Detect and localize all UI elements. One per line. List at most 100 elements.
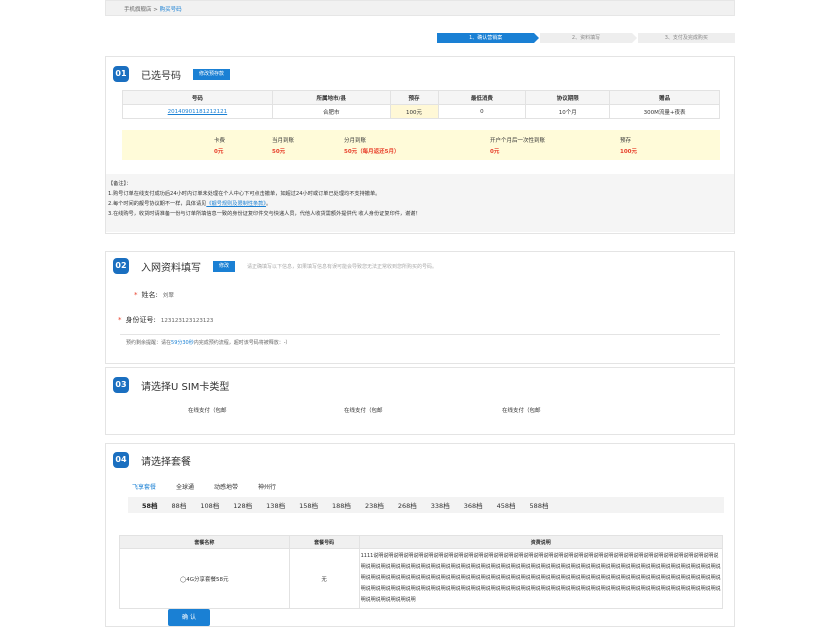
section-title: 已选号码 <box>141 70 181 82</box>
section-header: 03 请选择U SIM卡类型 <box>113 377 229 393</box>
sim-option[interactable]: 在线支付（包邮 <box>502 406 541 414</box>
breadcrumb: 手机旗舰店 > 购买号码 <box>105 0 735 16</box>
sim-option[interactable]: 在线支付（包邮 <box>344 406 383 414</box>
plan-table: 套餐名称 套餐号码 资费说明 ◯4G分享套餐58元 无 1111说明说明说明说明… <box>119 535 724 609</box>
level-tab[interactable]: 238档 <box>365 500 384 510</box>
fee-value: 0元 <box>490 149 500 155</box>
level-tab[interactable]: 128档 <box>233 500 252 510</box>
tab-dongganddidai[interactable]: 动感地带 <box>214 482 238 491</box>
col-header: 最低消费 <box>437 90 527 105</box>
col-header: 赠品 <box>609 90 720 105</box>
table-cell: 100元 <box>389 104 439 119</box>
name-field: * 姓名: 刘翠 <box>134 290 174 300</box>
col-header: 套餐名称 <box>119 535 290 549</box>
tab-quanqiutong[interactable]: 全球通 <box>176 482 194 491</box>
fee-label: 开户个月后一次性到账 <box>490 138 546 144</box>
level-tab[interactable]: 368档 <box>464 500 483 510</box>
level-tab[interactable]: 268档 <box>398 500 417 510</box>
note-line: 1.购号订单在线支付成功后24小时内订单未处理在个人中心下可点击撤单，如超过24… <box>108 191 381 197</box>
level-tab[interactable]: 58档 <box>142 500 158 510</box>
progress-steps: 1、确认营销案 2、资料填写 3、支付及完成购买 <box>437 33 735 43</box>
id-value: 123123123123123 <box>160 318 214 324</box>
level-tab[interactable]: 158档 <box>299 500 318 510</box>
edit-info-button[interactable]: 修改 <box>213 260 236 272</box>
table-cell: 无 <box>288 548 360 609</box>
breadcrumb-separator: > <box>153 7 158 13</box>
fee-summary: 卡费 0元 当月到账 50元 分月到账 50元（每月返还5月） 开户个月后一次性… <box>122 130 720 160</box>
section-number-badge: 04 <box>113 452 129 468</box>
name-value: 刘翠 <box>162 293 174 299</box>
table-cell: 合肥市 <box>271 104 391 119</box>
notes-title: 【备注】： <box>108 181 132 187</box>
table-cell: 10个月 <box>525 104 611 119</box>
section-number-badge: 03 <box>113 377 129 393</box>
countdown-timer: 59分30秒 <box>171 340 194 346</box>
fee-item: 预存 100元 <box>620 136 637 155</box>
registration-info-section: 02 入网资料填写 修改 请正确填写以下信息，如果填写信息有误可能会导致您无法正… <box>105 251 735 364</box>
sim-type-section: 03 请选择U SIM卡类型 在线支付（包邮 在线支付（包邮 在线支付（包邮 <box>105 367 735 435</box>
table-cell: 0 <box>437 104 527 119</box>
fee-item: 开户个月后一次性到账 0元 <box>490 136 545 155</box>
section-title: 请选择套餐 <box>141 456 191 468</box>
section-number-badge: 01 <box>113 66 129 82</box>
level-tab[interactable]: 188档 <box>332 500 351 510</box>
level-tab[interactable]: 138档 <box>266 500 285 510</box>
required-mark: * <box>118 316 122 324</box>
level-tab[interactable]: 88档 <box>172 500 187 510</box>
tab-shenzhouxing[interactable]: 神州行 <box>258 482 276 491</box>
section-title: 入网资料填写 <box>141 262 201 274</box>
confirm-button[interactable]: 确 认 <box>168 609 210 626</box>
id-label: 身份证号: <box>125 316 156 324</box>
phone-number-link[interactable]: 20140901181212121 <box>122 104 273 119</box>
fee-value: 50元（每月返还5月） <box>344 149 400 155</box>
col-header: 号码 <box>122 90 273 105</box>
fee-value: 100元 <box>620 149 637 155</box>
plan-tabs: 飞享套餐 全球通 动感地带 神州行 <box>132 482 276 491</box>
reservation-reminder: 预约剩余提醒：请在59分30秒内完成预约流程，超时该号码将被释放：-） <box>126 340 291 346</box>
section-hint: 请正确填写以下信息，如果填写信息有误可能会导致您无法正常收到您所购买的号码。 <box>247 263 438 270</box>
table-row: ◯4G分享套餐58元 无 1111说明说明说明说明说明说明说明说明说明说明说明说… <box>119 548 724 609</box>
fee-label: 当月到账 <box>272 138 295 144</box>
fee-value: 50元 <box>272 149 286 155</box>
tab-feixiang[interactable]: 飞享套餐 <box>132 482 156 491</box>
notes-panel: 【备注】： 1.购号订单在线支付成功后24小时内订单未处理在个人中心下可点击撤单… <box>106 174 734 232</box>
plan-radio-option[interactable]: ◯4G分享套餐58元 <box>119 548 290 609</box>
fee-label: 预存 <box>620 138 632 144</box>
id-field: * 身份证号: 123123123123123 <box>118 315 213 325</box>
section-header: 04 请选择套餐 <box>113 452 191 468</box>
level-tab[interactable]: 108档 <box>200 500 219 510</box>
col-header: 套餐号码 <box>288 535 360 549</box>
edit-deposit-button[interactable]: 修改预存款 <box>193 68 231 80</box>
divider <box>120 334 720 335</box>
step-info: 2、资料填写 <box>540 33 638 43</box>
fee-item: 分月到账 50元（每月返还5月） <box>344 136 399 155</box>
number-table: 号码 所属地市/县 预存 最低消费 协议期限 赠品 20140901181212… <box>122 90 720 119</box>
col-header: 协议期限 <box>525 90 611 105</box>
breadcrumb-current: 购买号码 <box>159 7 182 13</box>
fee-item: 当月到账 50元 <box>272 136 294 155</box>
col-header: 预存 <box>389 90 439 105</box>
note-line: 2.每个时间的靓号协议期不一样，具体请见《靓号规则及限制性条款》。 <box>108 201 272 207</box>
level-tab[interactable]: 588档 <box>530 500 549 510</box>
table-cell: 300M流量+夜表 <box>609 104 720 119</box>
step-payment: 3、支付及完成购买 <box>637 33 735 43</box>
fee-label: 卡费 <box>214 138 226 144</box>
plan-description: 1111说明说明说明说明说明说明说明说明说明说明说明说明说明说明说明说明说明说明… <box>358 548 724 609</box>
section-header: 01 已选号码 修改预存款 <box>113 66 231 82</box>
note-line: 3.在线购号，收货时请准备一份与订单所填信息一致的身份证复印件交与快递人员，代他… <box>108 211 421 217</box>
breadcrumb-home-link[interactable]: 手机旗舰店 <box>124 7 152 13</box>
name-label: 姓名: <box>141 291 158 299</box>
step-confirm: 1、确认营销案 <box>437 33 540 43</box>
level-tab[interactable]: 338档 <box>431 500 450 510</box>
selected-number-section: 01 已选号码 修改预存款 号码 所属地市/县 预存 最低消费 协议期限 赠品 … <box>105 56 735 234</box>
col-header: 所属地市/县 <box>271 90 391 105</box>
section-number-badge: 02 <box>113 258 129 274</box>
rules-link[interactable]: 《靓号规则及限制性条款》 <box>206 201 266 207</box>
sim-option[interactable]: 在线支付（包邮 <box>188 406 227 414</box>
table-row: 20140901181212121 合肥市 100元 0 10个月 300M流量… <box>122 104 720 119</box>
fee-value: 0元 <box>214 149 224 155</box>
level-tab[interactable]: 458档 <box>497 500 516 510</box>
section-header: 02 入网资料填写 修改 请正确填写以下信息，如果填写信息有误可能会导致您无法正… <box>113 258 437 274</box>
plan-section: 04 请选择套餐 飞享套餐 全球通 动感地带 神州行 58档 88档 108档 … <box>105 443 735 627</box>
required-mark: * <box>134 291 138 299</box>
